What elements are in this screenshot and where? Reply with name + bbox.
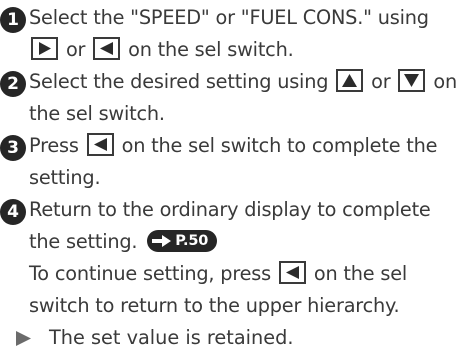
step-text-span: the setting. [29, 230, 138, 253]
step-text: Select the desired setting using or on t… [29, 66, 458, 130]
step-text-span: the sel switch. [29, 102, 165, 125]
up-triangle-icon [336, 69, 364, 92]
left-triangle-icon [278, 261, 306, 284]
page-reference-link[interactable]: P.50 [147, 229, 218, 252]
step-1: 1 Select the "SPEED" or "FUEL CONS." usi… [0, 2, 458, 66]
step-text-span: Select the "SPEED" or "FUEL CONS." using [29, 6, 429, 29]
step-text: Press on the sel switch to complete the … [29, 130, 458, 194]
step-line: Select the "SPEED" or "FUEL CONS." using [29, 2, 458, 34]
step-number-badge: 3 [0, 135, 26, 161]
step-number-badge: 1 [0, 7, 26, 33]
left-triangle-icon [86, 133, 114, 156]
step-line: the setting. P.50 [29, 226, 458, 258]
step-line: or on the sel switch. [29, 34, 458, 66]
step-line: setting. [29, 162, 458, 194]
step-4: 4 Return to the ordinary display to comp… [0, 194, 458, 322]
step-line: Press on the sel switch to complete the [29, 130, 458, 162]
note-triangle-icon [16, 330, 31, 346]
step-text: Select the "SPEED" or "FUEL CONS." using… [29, 2, 458, 66]
step-number-badge: 2 [0, 71, 26, 97]
down-triangle-icon [398, 69, 426, 92]
step-text-span: on the sel [313, 262, 408, 285]
step-text-span: or [371, 70, 391, 93]
step-2: 2 Select the desired setting using or on… [0, 66, 458, 130]
step-line: To continue setting, press on the sel [29, 258, 458, 290]
step-number-badge: 4 [0, 199, 26, 225]
step-line: switch to return to the upper hierarchy. [29, 290, 458, 322]
page-reference-label: P.50 [175, 232, 209, 249]
step-text-span: on the sel switch. [128, 38, 294, 61]
step-line: Return to the ordinary display to comple… [29, 194, 458, 226]
step-text-span: on the sel switch to complete the [121, 134, 438, 157]
step-3: 3 Press on the sel switch to complete th… [0, 130, 458, 194]
step-text-span: Press [29, 134, 79, 157]
result-note: The set value is retained. [15, 322, 458, 354]
step-text: Return to the ordinary display to comple… [29, 194, 458, 322]
note-text: The set value is retained. [49, 326, 294, 349]
right-triangle-icon [31, 37, 58, 60]
step-line: the sel switch. [29, 98, 458, 130]
instruction-page: 1 Select the "SPEED" or "FUEL CONS." usi… [0, 0, 460, 349]
step-text-span: switch to return to the upper hierarchy. [29, 294, 400, 317]
step-text-span: Return to the ordinary display to comple… [29, 198, 431, 221]
step-text-span: To continue setting, press [29, 262, 271, 285]
steps-list: 1 Select the "SPEED" or "FUEL CONS." usi… [0, 2, 458, 354]
arrow-right-icon [152, 234, 172, 247]
step-text-span: on [433, 70, 457, 93]
step-text-span: setting. [29, 166, 101, 189]
step-text-span: Select the desired setting using [29, 70, 329, 93]
step-text-span: or [65, 38, 86, 61]
left-triangle-icon [93, 37, 121, 60]
step-line: Select the desired setting using or on [29, 66, 458, 98]
